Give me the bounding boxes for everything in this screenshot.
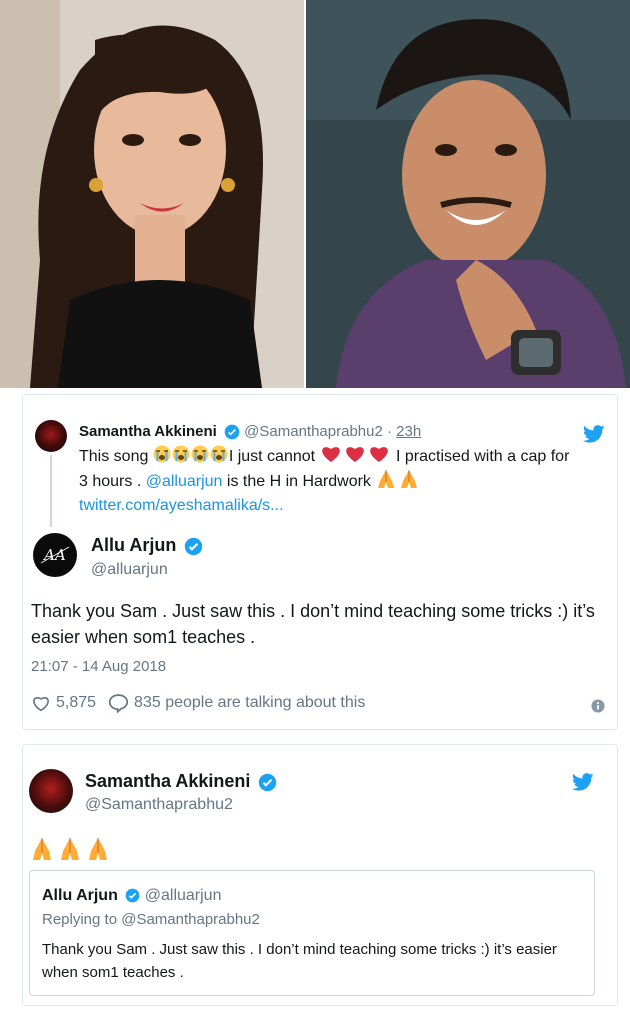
reply-author-name-text[interactable]: Samantha Akkineni: [85, 771, 250, 791]
reply-author-name[interactable]: Samantha Akkineni: [85, 771, 277, 792]
quoted-box-header: Allu Arjun @alluarjun: [42, 887, 221, 905]
replying-to[interactable]: Replying to @Samanthaprabhu2: [42, 911, 260, 928]
quoted-box-handle[interactable]: @alluarjun: [145, 887, 222, 904]
quoted-author-name[interactable]: Samantha Akkineni: [79, 423, 217, 440]
embedded-tweet-card[interactable]: Samantha Akkineni @Samanthaprabhu2 · 23h…: [22, 394, 618, 730]
quoted-tweet-box[interactable]: Allu Arjun @alluarjun Replying to @Saman…: [29, 870, 595, 996]
verified-badge-icon: [221, 423, 244, 440]
quoted-author-handle[interactable]: @Samanthaprabhu2: [244, 423, 383, 440]
speech-bubble-icon: [108, 694, 129, 713]
reply-author-avatar[interactable]: [29, 769, 73, 813]
twitter-bird-icon[interactable]: [582, 425, 605, 448]
quoted-author-avatar[interactable]: [35, 420, 67, 452]
info-icon[interactable]: [591, 699, 605, 718]
like-count: 5,875: [56, 694, 97, 711]
folded-hands-emoji-row: [29, 837, 111, 866]
verified-badge-icon: [255, 771, 277, 791]
red-heart-emoji-group: [320, 447, 392, 465]
quoted-text-mid1: I just cannot: [228, 448, 320, 465]
quoted-tweet-header: Samantha Akkineni @Samanthaprabhu2 · 23h: [79, 423, 421, 440]
folded-hands-emoji-group: [375, 470, 421, 490]
reply-tweet-card[interactable]: Samantha Akkineni @Samanthaprabhu2 Allu …: [22, 744, 618, 1006]
photo-man: [306, 0, 630, 388]
verified-badge-icon: [122, 887, 140, 904]
folded-hands-emoji-icon: [33, 838, 107, 860]
crying-emoji-group: [153, 445, 229, 465]
tweet-datetime[interactable]: 21:07 - 14 Aug 2018: [31, 658, 166, 675]
author-handle[interactable]: @alluarjun: [91, 561, 168, 579]
twitter-bird-icon[interactable]: [571, 773, 594, 796]
photo-man-illustration: [306, 0, 630, 388]
crying-emoji-icon: [153, 445, 228, 463]
thread-connector: [50, 455, 52, 527]
mention-link[interactable]: @alluarjun: [146, 473, 223, 490]
photo-collage: [0, 0, 630, 388]
author-avatar[interactable]: AA: [33, 533, 77, 577]
talking-action[interactable]: 835 people are talking about this: [108, 693, 365, 713]
quoted-tweet-text: This song I just cannot I practised with…: [79, 444, 579, 518]
tweet-text: Thank you Sam . Just saw this . I don’t …: [31, 601, 595, 647]
quoted-tweet-time[interactable]: 23h: [396, 423, 421, 440]
verified-badge-icon: [181, 535, 203, 555]
quoted-text-start: This song: [79, 448, 153, 465]
talking-count: 835 people are talking about this: [134, 694, 366, 711]
photo-woman: [0, 0, 304, 388]
author-name-text[interactable]: Allu Arjun: [91, 535, 176, 555]
heart-outline-icon: [33, 697, 49, 712]
avatar-aa-logo: AA: [40, 546, 70, 564]
quoted-box-name[interactable]: Allu Arjun: [42, 887, 118, 904]
quoted-box-text: Thank you Sam . Just saw this . I don’t …: [42, 941, 557, 981]
like-action[interactable]: 5,875: [31, 694, 96, 712]
quoted-text-end: is the H in Hardwork: [222, 473, 376, 490]
quoted-tweet-link[interactable]: twitter.com/ayeshamalika/s...: [79, 497, 284, 514]
author-name[interactable]: Allu Arjun: [91, 535, 203, 556]
tweet-actions: 5,875 835 people are talking about this: [31, 693, 377, 713]
svg-text:AA: AA: [42, 546, 66, 564]
folded-hands-emoji-icon: [378, 470, 418, 488]
separator: ·: [382, 423, 397, 440]
photo-woman-illustration: [0, 0, 304, 388]
reply-author-handle[interactable]: @Samanthaprabhu2: [85, 796, 233, 814]
red-heart-emoji-icon: [321, 447, 388, 462]
